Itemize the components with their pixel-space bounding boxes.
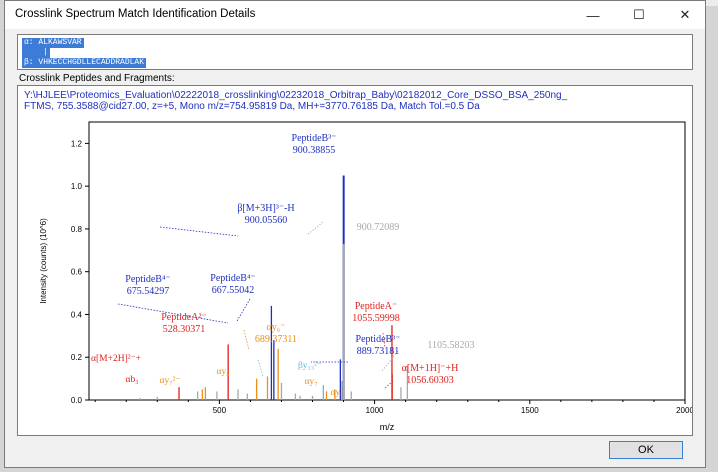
y-tick-label: 0.2: [71, 353, 83, 362]
x-axis-label: m/z: [380, 422, 395, 432]
y-tick-label: 1.0: [71, 182, 83, 191]
annotation-leader: [159, 226, 239, 237]
group-label: Crosslink Peptides and Fragments:: [19, 73, 175, 84]
x-tick-label: 1000: [366, 406, 384, 415]
annotation-label: αy₅: [216, 367, 229, 377]
annotation-mz: 675.54297: [127, 286, 170, 297]
annotation-mz: 667.55042: [212, 285, 255, 296]
crosslink-bar: |: [22, 48, 51, 58]
title-bar[interactable]: Crosslink Spectrum Match Identification …: [5, 1, 705, 29]
annotation-leader: [306, 221, 324, 236]
y-axis-label: Intensity (counts) (10^6): [39, 218, 48, 304]
annotation-label: PeptideA⁻: [355, 301, 398, 312]
beta-sequence: β: VHKECCHGDLLECADDRADLAK: [22, 58, 147, 68]
annotation-label: αy₆⁻: [266, 322, 285, 333]
x-tick-label: 2000: [676, 406, 693, 415]
window-title: Crosslink Spectrum Match Identification …: [15, 8, 256, 20]
annotation-mz: 889.73181: [357, 346, 400, 357]
annotation-leader: [243, 329, 250, 351]
annotation-label: βy₁₃²⁻: [298, 361, 322, 371]
annotation-label: α[M+2H]²⁻+: [91, 354, 141, 364]
plot-frame: [88, 121, 686, 401]
x-tick-label: 500: [213, 406, 227, 415]
annotation-mz: 1055.59998: [352, 313, 400, 324]
y-tick-label: 0.0: [71, 396, 83, 405]
annotation-label: αy₇: [304, 377, 317, 387]
annotation-label: PeptideB⁴⁻: [210, 273, 255, 284]
spectrum-panel[interactable]: Y:\HJLEE\Proteomics_Evaluation\02222018_…: [17, 85, 693, 436]
annotation-label: αb₃: [125, 375, 138, 385]
chart-labels: PeptideB³⁻900.38855β[M+3H]³⁻-H900.055609…: [91, 133, 475, 398]
close-button[interactable]: ✕: [665, 1, 705, 29]
annotation-mz: 689.37311: [255, 334, 297, 345]
crosslink-sequence-box[interactable]: α: ALKAWSVAR | β: VHKECCHGDLLECADDRADLAK: [17, 34, 693, 70]
annotation-label: PeptideA²⁻: [161, 312, 207, 323]
ok-button[interactable]: OK: [609, 441, 683, 459]
annotation-mz: 1056.60303: [406, 375, 454, 386]
y-tick-label: 0.6: [71, 268, 83, 277]
annotation-label: α[M+1H]⁻+H: [402, 363, 459, 374]
annotation-label: PeptideB³⁻: [292, 133, 337, 144]
annotation-mz: 900.38855: [293, 145, 336, 156]
annotation-mz: 528.30371: [163, 324, 206, 335]
y-tick-label: 0.8: [71, 225, 83, 234]
annotation-label: αy₇: [330, 388, 343, 398]
annotation-leader: [257, 359, 264, 377]
annotation-mz: 1105.58203: [427, 340, 474, 351]
annotation-label: αy₇²⁻: [160, 376, 181, 386]
annotation-label: PeptideB⁴⁻: [125, 274, 170, 285]
dialog-window: Crosslink Spectrum Match Identification …: [4, 0, 706, 468]
minimize-button[interactable]: —: [573, 1, 613, 29]
x-tick-label: 1500: [521, 406, 539, 415]
y-tick-label: 1.2: [71, 139, 83, 148]
spectrum-chart: 0.0 0.2 0.4 0.6 0.8 1.0 1.2 500 1000 1500 2000 m/z I…: [39, 121, 693, 432]
annotation-mz: 900.05560: [245, 215, 288, 226]
maximize-button[interactable]: ☐: [619, 1, 659, 29]
annotation-leader: [236, 298, 251, 322]
annotation-label: PeptideB³⁻: [356, 334, 401, 345]
annotation-label: β[M+3H]³⁻-H: [237, 203, 294, 214]
annotation-mz: 900.72089: [357, 222, 400, 233]
alpha-sequence: α: ALKAWSVAR: [22, 38, 84, 48]
y-tick-label: 0.4: [71, 310, 83, 319]
